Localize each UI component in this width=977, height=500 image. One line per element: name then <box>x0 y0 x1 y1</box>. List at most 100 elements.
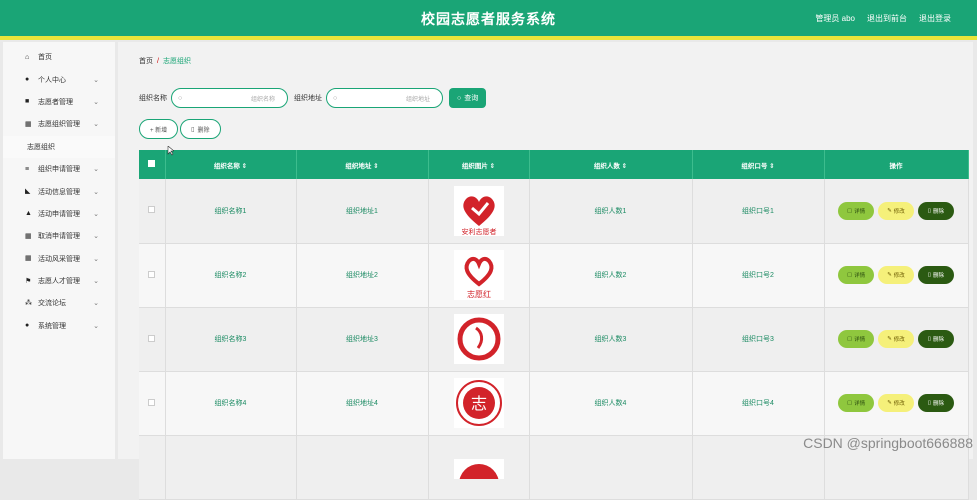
breadcrumb: 首页/志愿组织 <box>139 56 191 66</box>
logo-text: 志 <box>470 394 486 413</box>
cell-ops: ▢详情 ✎修改 ▯删除 <box>824 179 968 243</box>
logo-text: 安利志愿者 <box>461 227 496 236</box>
sidebar-item-1[interactable]: ●个人中心⌄ <box>3 68 115 90</box>
cell-count: 组织人数2 <box>529 243 692 307</box>
apps-icon: ▦ <box>25 255 32 262</box>
doc-icon: ▢ <box>847 208 852 214</box>
col-header-addr[interactable]: 组织地址 ⇕ <box>296 150 428 179</box>
breadcrumb-current: 志愿组织 <box>163 58 191 65</box>
org-logo-image <box>454 314 504 364</box>
list-icon: ≡ <box>25 166 32 173</box>
row-checkbox[interactable] <box>139 371 165 435</box>
logo-text: 志愿红 <box>467 289 491 299</box>
main-content: 首页/志愿组织 组织名称 ○ 组织名称 组织地址 ○ 组织地址 ○ 查询 + 新… <box>118 42 973 459</box>
cell-count: 组织人数4 <box>529 371 692 435</box>
home-icon: ⌂ <box>25 54 32 61</box>
edit-button[interactable]: ✎修改 <box>878 266 914 284</box>
cell-addr: 组织地址3 <box>296 307 428 371</box>
chevron-down-icon: ⌄ <box>93 255 99 263</box>
org-logo-image <box>454 459 504 479</box>
edit-button[interactable]: ✎修改 <box>878 330 914 348</box>
sidebar-item-6[interactable]: ◣活动信息管理⌄ <box>3 180 115 202</box>
thumb-icon: ▲ <box>25 210 32 217</box>
go-front-link[interactable]: 退出到前台 <box>867 13 907 24</box>
delete-button[interactable]: ▯删除 <box>918 202 954 220</box>
row-checkbox[interactable] <box>139 243 165 307</box>
row-checkbox[interactable] <box>139 179 165 243</box>
cell-ops: ▢详情 ✎修改 ▯删除 <box>824 243 968 307</box>
sidebar-item-10[interactable]: ⚑志愿人才管理⌄ <box>3 270 115 292</box>
sidebar-item-label: 首页 <box>38 52 52 62</box>
cell-count: 组织人数3 <box>529 307 692 371</box>
chevron-down-icon: ⌄ <box>93 210 99 218</box>
add-button[interactable]: + 新增 <box>139 119 178 139</box>
sidebar-item-label: 取消申请管理 <box>38 231 80 241</box>
trash-icon: ▯ <box>191 126 194 133</box>
chevron-down-icon: ⌄ <box>93 76 99 84</box>
mouse-cursor-icon <box>167 146 174 156</box>
addr-label: 组织地址 <box>294 93 322 103</box>
delete-button[interactable]: ▯删除 <box>918 394 954 412</box>
edit-icon: ✎ <box>887 336 892 342</box>
cell-addr: 组织地址4 <box>296 371 428 435</box>
row-checkbox[interactable] <box>139 307 165 371</box>
col-header-image[interactable]: 组织图片 ⇕ <box>428 150 529 179</box>
query-button[interactable]: ○ 查询 <box>449 88 486 108</box>
sidebar-item-9[interactable]: ▦活动风采管理⌄ <box>3 248 115 270</box>
cell-image <box>428 307 529 371</box>
col-header-name[interactable]: 组织名称 ⇕ <box>165 150 296 179</box>
delete-button[interactable]: ▯删除 <box>918 266 954 284</box>
sidebar-item-label: 活动申请管理 <box>38 209 80 219</box>
cell-slogan: 组织口号1 <box>692 179 824 243</box>
forum-icon: ⁂ <box>25 300 32 307</box>
sidebar-item-11[interactable]: ⁂交流论坛⌄ <box>3 292 115 314</box>
sidebar-item-5[interactable]: ≡组织申请管理⌄ <box>3 158 115 180</box>
breadcrumb-home[interactable]: 首页 <box>139 58 153 65</box>
sidebar-item-3[interactable]: ▦志愿组织管理⌄ <box>3 113 115 135</box>
accent-bar <box>0 36 977 40</box>
sidebar-item-0[interactable]: ⌂ 首页 <box>3 46 115 68</box>
detail-button[interactable]: ▢详情 <box>838 266 874 284</box>
user-menu: 管理员 abo 退出到前台 退出登录 <box>815 13 951 24</box>
detail-button[interactable]: ▢详情 <box>838 202 874 220</box>
cell-name: 组织名称4 <box>165 371 296 435</box>
detail-button[interactable]: ▢详情 <box>838 394 874 412</box>
col-header-count[interactable]: 组织人数 ⇕ <box>529 150 692 179</box>
edit-button[interactable]: ✎修改 <box>878 394 914 412</box>
col-header-slogan[interactable]: 组织口号 ⇕ <box>692 150 824 179</box>
sidebar-item-8[interactable]: ▦取消申请管理⌄ <box>3 225 115 247</box>
sidebar-item-2[interactable]: ■志愿者管理⌄ <box>3 91 115 113</box>
delete-button[interactable]: ▯删除 <box>918 330 954 348</box>
batch-delete-button[interactable]: ▯ 删除 <box>180 119 220 139</box>
user-icon: ● <box>25 76 32 83</box>
logout-link[interactable]: 退出登录 <box>919 13 951 24</box>
edit-button[interactable]: ✎修改 <box>878 202 914 220</box>
edit-icon: ✎ <box>887 400 892 406</box>
select-all-checkbox[interactable] <box>139 150 165 179</box>
cell-image: 志 <box>428 371 529 435</box>
cell-name: 组织名称2 <box>165 243 296 307</box>
addr-search-input[interactable]: ○ 组织地址 <box>326 88 443 108</box>
chevron-down-icon: ⌄ <box>93 120 99 128</box>
sidebar-item-12[interactable]: ●系统管理⌄ <box>3 315 115 337</box>
doc-icon: ▢ <box>847 400 852 406</box>
trash-icon: ▯ <box>928 336 931 342</box>
chevron-down-icon: ⌄ <box>93 277 99 285</box>
name-search-input[interactable]: ○ 组织名称 <box>171 88 288 108</box>
table-header-row: 组织名称 ⇕ 组织地址 ⇕ 组织图片 ⇕ 组织人数 ⇕ 组织口号 ⇕ 操作 <box>139 150 968 179</box>
grid-icon: ▦ <box>25 121 32 128</box>
sidebar-subitem-org[interactable]: 志愿组织 <box>3 136 115 158</box>
sidebar-item-7[interactable]: ▲ 活动申请管理 ⌄ <box>3 203 115 225</box>
cell-ops: ▢详情 ✎修改 ▯删除 <box>824 307 968 371</box>
cell-name: 组织名称3 <box>165 307 296 371</box>
doc-icon: ▢ <box>847 272 852 278</box>
detail-button[interactable]: ▢详情 <box>838 330 874 348</box>
sidebar-item-label: 系统管理 <box>38 321 66 331</box>
action-bar: + 新增 ▯ 删除 <box>139 119 221 139</box>
sidebar: ⌂ 首页 ●个人中心⌄■志愿者管理⌄▦志愿组织管理⌄志愿组织 ≡ 组织申请管理 ⌄ ◣活动信… <box>3 42 115 459</box>
sidebar-item-label: 组织申请管理 <box>38 164 80 174</box>
cell-name: 组织名称1 <box>165 179 296 243</box>
name-label: 组织名称 <box>139 93 167 103</box>
flag-icon: ⚑ <box>25 278 32 285</box>
table-row: 组织名称3 组织地址3 组织人数3 组织口号3 ▢详情 ✎修改 ▯删除 <box>139 307 968 371</box>
